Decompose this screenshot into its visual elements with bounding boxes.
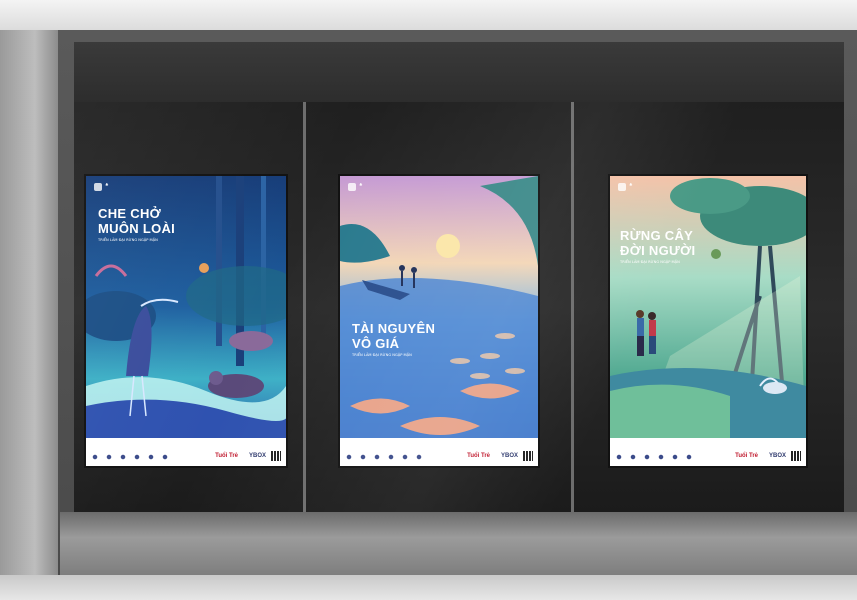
poster-title-line: VÔ GIÁ <box>352 336 400 351</box>
poster-subtitle: TRIỂN LÃM ĐẠI RỪNG NGẬP MẶN <box>352 353 412 357</box>
leaf-logo-icon <box>94 183 102 191</box>
media-partner-logo: YBOX <box>768 453 786 459</box>
poster-sponsor-footer: Tuổi Trẻ YBOX <box>340 438 538 466</box>
qr-code-icon <box>271 451 281 461</box>
organizer-logo: ♣ <box>94 183 128 193</box>
poster-sponsor-footer: Tuổi Trẻ YBOX <box>610 438 806 466</box>
poster-title: CHE CHỞ MUÔN LOÀI <box>98 206 175 236</box>
media-partner-logo: Tuổi Trẻ <box>215 453 238 459</box>
media-partner-logo: Tuổi Trẻ <box>467 453 490 459</box>
poster-subtitle: TRIỂN LÃM ĐẠI RỪNG NGẬP MẶN <box>620 260 680 264</box>
poster-title-line: RỪNG CÂY <box>620 228 694 243</box>
poster-rung-cay-doi-nguoi: ♣ RỪNG CÂY ĐỜI NGƯỜI TRIỂN LÃM ĐẠI RỪNG … <box>610 176 806 466</box>
organizer-logo: ♣ <box>618 183 652 193</box>
sponsor-logos <box>346 454 426 460</box>
sponsor-logos <box>616 454 696 460</box>
leaf-logo-icon <box>348 183 356 191</box>
window-sill <box>60 512 857 576</box>
leaf-logo-icon <box>618 183 626 191</box>
qr-code-icon <box>791 451 801 461</box>
wall-pillar <box>0 0 58 600</box>
media-partner-logo: YBOX <box>248 453 266 459</box>
storefront-scene: ♣ CHE CHỞ MUÔN LOÀI TRIỂN LÃM ĐẠI RỪNG N… <box>0 0 857 600</box>
window-mullion <box>303 102 306 512</box>
poster-tai-nguyen-vo-gia: ♣ TÀI NGUYÊN VÔ GIÁ TRIỂN LÃM ĐẠI RỪNG N… <box>340 176 538 466</box>
poster-artwork-mangrove <box>610 176 806 466</box>
poster-che-cho-muon-loai: ♣ CHE CHỞ MUÔN LOÀI TRIỂN LÃM ĐẠI RỪNG N… <box>86 176 286 466</box>
qr-code-icon <box>523 451 533 461</box>
poster-sponsor-footer: Tuổi Trẻ YBOX <box>86 438 286 466</box>
poster-title-line: TÀI NGUYÊN <box>352 321 436 336</box>
organizer-logo: ♣ <box>348 183 382 193</box>
poster-title: TÀI NGUYÊN VÔ GIÁ <box>352 321 435 351</box>
poster-subtitle: TRIỂN LÃM ĐẠI RỪNG NGẬP MẶN <box>98 238 158 242</box>
media-partner-logo: YBOX <box>500 453 518 459</box>
ceiling <box>0 0 857 30</box>
floor <box>0 575 857 600</box>
poster-title-line: MUÔN LOÀI <box>98 221 176 236</box>
window-mullion <box>571 102 574 512</box>
poster-title: RỪNG CÂY ĐỜI NGƯỜI <box>620 228 695 258</box>
poster-title-line: ĐỜI NGƯỜI <box>620 243 696 258</box>
poster-title-line: CHE CHỞ <box>98 206 162 221</box>
media-partner-logo: Tuổi Trẻ <box>735 453 758 459</box>
sponsor-logos <box>92 454 172 460</box>
window-header-panel <box>74 42 844 102</box>
